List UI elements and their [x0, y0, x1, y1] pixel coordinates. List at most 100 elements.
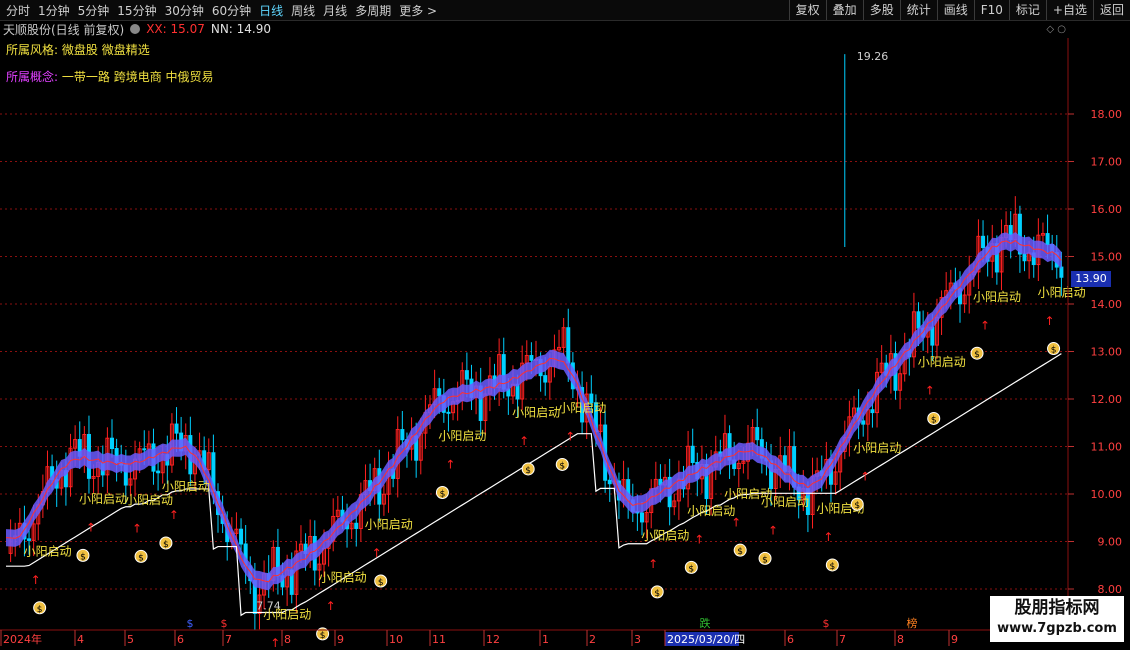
candle-body — [1036, 234, 1041, 266]
x-tick-label: 8 — [897, 633, 904, 646]
period-3[interactable]: 5分钟 — [74, 2, 114, 19]
candle-body — [704, 464, 709, 500]
candle-body — [879, 362, 884, 373]
candle-body — [570, 362, 575, 390]
tool-overlay-button[interactable]: 叠加 — [825, 0, 863, 20]
bottom-marker: $ — [187, 617, 194, 630]
period-1[interactable]: 分时 — [2, 2, 34, 19]
up-arrow-icon: ↑ — [169, 508, 179, 522]
diamond-icon[interactable]: ◇ — [1046, 24, 1054, 35]
period-8[interactable]: 周线 — [287, 2, 319, 19]
candle-body — [626, 479, 631, 501]
period-daily[interactable]: 日线 — [255, 2, 287, 19]
watermark: 股朋指标网 www.7gpzb.com — [990, 596, 1124, 642]
signal-label: 小阳启动 — [1038, 285, 1086, 299]
signal-label: 小阳启动 — [438, 429, 486, 443]
candle-body — [759, 439, 764, 459]
candle-body — [381, 493, 386, 505]
candle-body — [137, 448, 142, 460]
candle-body — [45, 466, 50, 493]
signal-label: 小阳启动 — [365, 518, 413, 532]
dropdown-icon[interactable] — [130, 24, 141, 34]
candle-body — [303, 543, 308, 554]
candle-body — [50, 466, 55, 480]
candle-body — [727, 433, 732, 461]
candle-body — [902, 349, 907, 375]
tool-add-watch-button[interactable]: +自选 — [1045, 0, 1093, 20]
signal-label: 小阳启动 — [816, 502, 864, 516]
candle-body — [234, 528, 239, 534]
candle-body — [1050, 244, 1055, 254]
candle-body — [520, 362, 525, 400]
x-tick-label: 2024年 — [3, 632, 42, 646]
candle-body — [377, 468, 382, 505]
candle-body — [294, 550, 299, 595]
candle-body — [529, 355, 534, 361]
candle-body — [202, 450, 207, 471]
corner-icons: ◇ ○ — [1046, 24, 1066, 35]
candle-body — [128, 478, 133, 486]
up-arrow-icon: ↑ — [648, 557, 658, 571]
period-4[interactable]: 15分钟 — [113, 2, 160, 19]
signal-label: 小阳启动 — [918, 355, 966, 369]
candle-body — [934, 316, 939, 346]
money-bag-glyph: $ — [1051, 346, 1057, 356]
tool-f10-button[interactable]: F10 — [973, 0, 1009, 20]
tool-fuquan-button[interactable]: 复权 — [788, 0, 826, 20]
period-5[interactable]: 30分钟 — [161, 2, 208, 19]
candle-body — [110, 437, 114, 450]
up-arrow-icon: ↑ — [326, 599, 336, 613]
candle-body — [262, 573, 267, 596]
candle-body — [414, 435, 419, 461]
candle-body — [266, 573, 271, 581]
period-9[interactable]: 月线 — [319, 2, 351, 19]
signal-layer: 小阳启动↑$小阳启动↑$小阳启动↑$小阳启动↑$小阳启动↑$小阳启动↑$小阳启动… — [24, 285, 1086, 650]
candle-body — [921, 327, 926, 338]
tool-multistock-button[interactable]: 多股 — [862, 0, 900, 20]
candle-body — [68, 447, 73, 488]
candle-body — [607, 479, 612, 485]
candle-body — [778, 455, 783, 471]
y-tick-label: 16.00 — [1091, 203, 1123, 216]
candle-body — [792, 446, 797, 488]
up-arrow-icon: ↑ — [445, 458, 455, 472]
circle-icon[interactable]: ○ — [1057, 24, 1066, 35]
candle-body — [888, 353, 893, 376]
x-tick-label: 12 — [486, 633, 500, 646]
money-bag-icon — [76, 548, 90, 562]
candle-body — [331, 515, 336, 542]
period-6[interactable]: 60分钟 — [208, 2, 255, 19]
period-2[interactable]: 1分钟 — [34, 2, 74, 19]
candle-body — [750, 427, 755, 444]
candle-body — [326, 540, 331, 549]
tool-draw-button[interactable]: 画线 — [936, 0, 974, 20]
period-more[interactable]: 更多 > — [395, 2, 441, 19]
signal-label: 小阳启动 — [512, 406, 560, 420]
kline-chart[interactable]: 19.267.74 小阳启动↑$小阳启动↑$小阳启动↑$小阳启动↑$小阳启动↑$… — [0, 0, 1130, 650]
candle-body — [824, 459, 829, 476]
x-tick-label: 7 — [839, 633, 846, 646]
candle-body — [616, 480, 621, 501]
candle-body — [96, 461, 101, 477]
candle-body — [391, 468, 396, 479]
candle-body — [722, 433, 727, 457]
candle-body — [985, 247, 990, 262]
tool-mark-button[interactable]: 标记 — [1008, 0, 1046, 20]
signal-label: 小阳启动 — [761, 495, 809, 509]
tool-back-button[interactable]: 返回 — [1092, 0, 1130, 20]
tool-stats-button[interactable]: 统计 — [899, 0, 937, 20]
candle-body — [395, 429, 400, 479]
signal-label: 小阳启动 — [853, 441, 901, 455]
y-tick-label: 13.00 — [1091, 346, 1123, 359]
up-arrow-icon: ↑ — [132, 522, 142, 536]
candle-body — [59, 470, 64, 489]
period-10[interactable]: 多周期 — [351, 2, 395, 19]
candle-body — [492, 375, 497, 389]
candle-body — [151, 443, 156, 472]
candle-body — [275, 546, 280, 577]
candle-body — [114, 448, 119, 464]
y-tick-label: 10.00 — [1091, 488, 1123, 501]
money-bag-icon — [850, 497, 864, 511]
candle-body — [133, 458, 138, 480]
style-label: 所属风格: — [6, 43, 59, 57]
